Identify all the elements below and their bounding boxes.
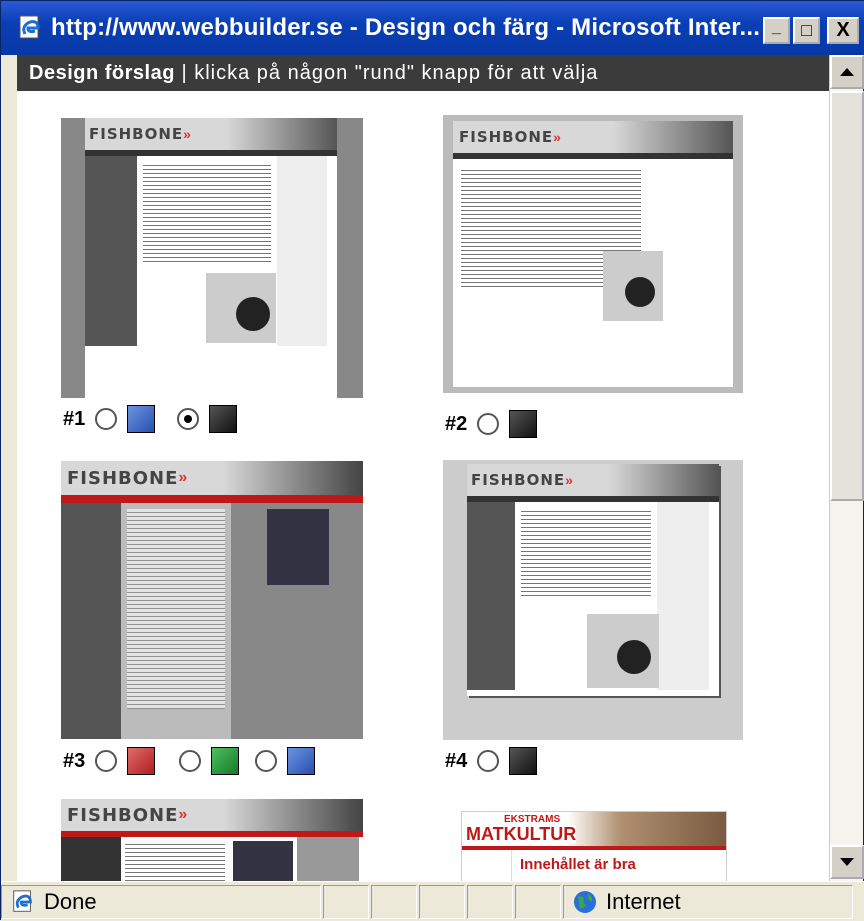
design-4-logo: FISHBONE — [471, 471, 566, 489]
vertical-scrollbar[interactable] — [829, 55, 864, 881]
design-1-radio-blue[interactable] — [95, 408, 118, 430]
scroll-thumb[interactable] — [830, 91, 864, 501]
design-2-preview[interactable]: FISHBONE » — [443, 115, 743, 393]
design-4-number: #4 — [445, 749, 468, 772]
close-icon: X — [836, 19, 850, 41]
status-bar: Done Internet — [1, 881, 864, 921]
header-title: Design förslag — [29, 62, 175, 84]
maximize-icon: □ — [801, 20, 812, 40]
design-1-swatch-blue — [127, 405, 156, 433]
design-3-logo: FISHBONE — [67, 467, 179, 489]
design-3-radio-green[interactable] — [179, 750, 202, 772]
title-bar: http://www.webbuilder.se - Design och fä… — [1, 1, 864, 55]
design-5-logo: FISHBONE — [67, 804, 179, 826]
browser-window: http://www.webbuilder.se - Design och fä… — [0, 0, 864, 921]
status-panel-5 — [515, 884, 561, 919]
design-3-swatch-green — [211, 747, 240, 775]
design-1-swatch-black — [209, 405, 238, 433]
arrow-up-icon — [840, 68, 854, 76]
zone-text: Internet — [606, 888, 681, 914]
ie-page-icon — [13, 889, 32, 912]
design-4-swatch-black — [509, 747, 538, 775]
design-1-logo: FISHBONE — [89, 125, 184, 143]
design-3-preview[interactable]: FISHBONE » — [61, 461, 363, 739]
minimize-icon: _ — [772, 18, 781, 36]
design-1-preview[interactable]: FISHBONE » — [61, 118, 363, 398]
status-panel-2 — [371, 884, 417, 919]
design-1-radio-black[interactable] — [177, 408, 200, 430]
scroll-up-button[interactable] — [830, 55, 864, 89]
design-1-options: #1 — [63, 405, 238, 433]
minimize-button[interactable]: _ — [763, 17, 790, 44]
close-button[interactable]: X — [827, 17, 859, 44]
maximize-button[interactable]: □ — [793, 17, 820, 44]
design-3-swatch-blue — [287, 747, 316, 775]
design-4-options: #4 — [445, 747, 538, 775]
design-2-logo: FISHBONE — [459, 128, 554, 146]
arrow-down-icon — [840, 858, 854, 866]
design-1-number: #1 — [63, 407, 86, 430]
status-text-panel: Done — [1, 884, 321, 919]
design-4-preview[interactable]: FISHBONE » — [443, 460, 743, 740]
status-panel-4 — [467, 884, 513, 919]
page-header: Design förslag | klicka på någon "rund" … — [17, 55, 829, 91]
design-3-swatch-red — [127, 747, 156, 775]
header-instruction: | klicka på någon "rund" knapp för att v… — [174, 62, 599, 84]
design-6-heading: Innehållet är bra — [520, 856, 636, 873]
page-content: Design förslag | klicka på någon "rund" … — [17, 55, 829, 881]
design-5-preview[interactable]: FISHBONE » — [61, 799, 363, 881]
zone-panel: Internet — [563, 884, 853, 919]
design-2-radio-black[interactable] — [477, 413, 500, 435]
design-4-radio-black[interactable] — [477, 750, 500, 772]
window-title: http://www.webbuilder.se - Design och fä… — [51, 14, 761, 41]
status-panel-1 — [323, 884, 369, 919]
design-2-swatch-black — [509, 410, 538, 438]
status-text: Done — [44, 888, 97, 914]
design-3-radio-blue[interactable] — [255, 750, 278, 772]
design-6-brand: MATKULTUR — [466, 824, 577, 844]
globe-icon — [574, 890, 596, 913]
design-3-options: #3 — [63, 747, 316, 775]
design-3-number: #3 — [63, 749, 86, 772]
design-2-number: #2 — [445, 412, 468, 435]
status-panel-3 — [419, 884, 465, 919]
scroll-down-button[interactable] — [830, 845, 864, 879]
design-3-radio-red[interactable] — [95, 750, 118, 772]
design-6-preview[interactable]: EKSTRAMS MATKULTUR Innehållet är bra — [461, 811, 727, 881]
design-2-options: #2 — [445, 410, 538, 438]
ie-page-icon — [15, 13, 45, 43]
